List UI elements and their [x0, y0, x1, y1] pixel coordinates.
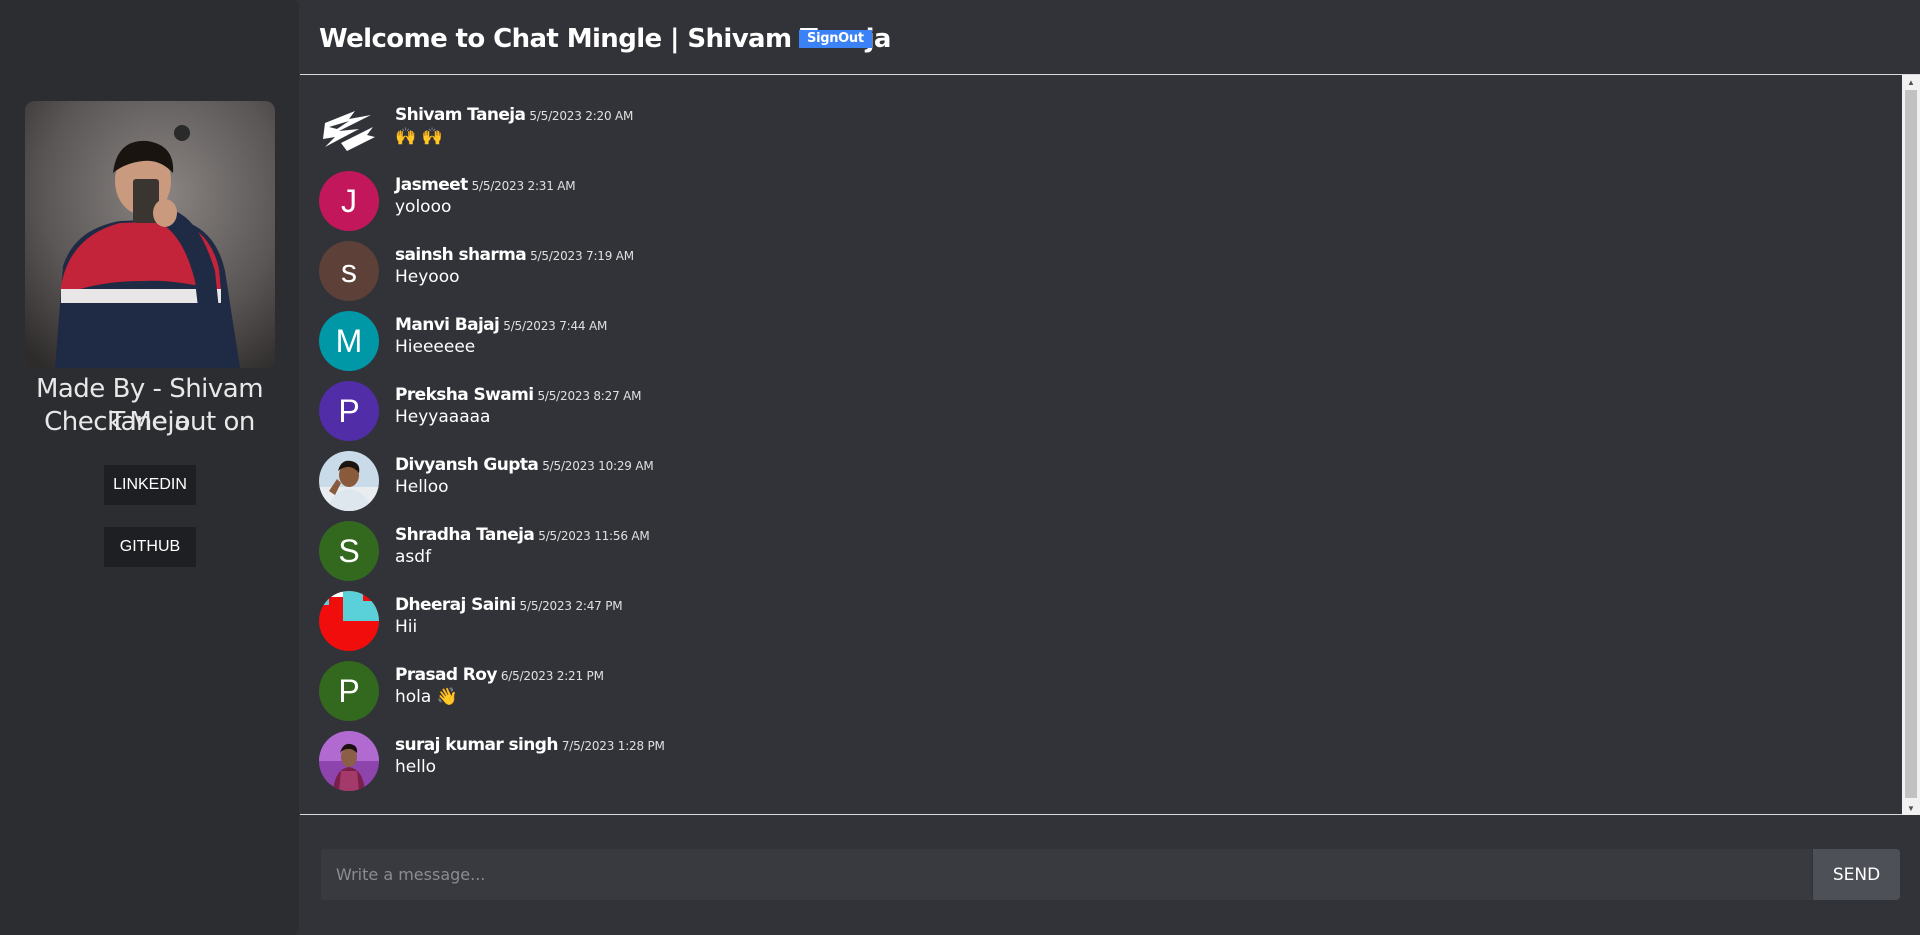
github-button[interactable]: GITHUB [104, 527, 196, 567]
message-item: P Prasad Roy 6/5/2023 2:21 PM hola 👋 [319, 661, 1119, 721]
signout-button[interactable]: SignOut [799, 30, 872, 48]
message-timestamp: 5/5/2023 8:27 AM [537, 389, 642, 403]
message-timestamp: 7/5/2023 1:28 PM [561, 739, 665, 753]
scrollbar-thumb[interactable] [1905, 90, 1917, 798]
message-header: Manvi Bajaj 5/5/2023 7:44 AM [395, 315, 607, 336]
message-text: hola 👋 [395, 687, 458, 707]
message-text: Helloo [395, 477, 449, 497]
linkedin-button[interactable]: LINKEDIN [104, 465, 196, 505]
message-header: Shivam Taneja 5/5/2023 2:20 AM [395, 105, 633, 126]
message-item: Dheeraj Saini 5/5/2023 2:47 PM Hii [319, 591, 1119, 651]
message-timestamp: 5/5/2023 7:19 AM [530, 249, 634, 263]
message-header: sainsh sharma 5/5/2023 7:19 AM [395, 245, 634, 266]
pattern-avatar-icon [319, 591, 379, 651]
message-author: Preksha Swami [395, 385, 534, 405]
message-text: hello [395, 757, 437, 777]
message-timestamp: 5/5/2023 10:29 AM [542, 459, 654, 473]
message-timestamp: 5/5/2023 11:56 AM [538, 529, 650, 543]
message-timestamp: 5/5/2023 7:44 AM [503, 319, 608, 333]
message-header: suraj kumar singh 7/5/2023 1:28 PM [395, 735, 665, 756]
message-item: P Preksha Swami 5/5/2023 8:27 AM Heyyaaaa… [319, 381, 1119, 441]
message-text: Hii [395, 617, 418, 637]
message-item: Divyansh Gupta 5/5/2023 10:29 AM Helloo [319, 451, 1119, 511]
message-item: s sainsh sharma 5/5/2023 7:19 AM Heyooo [319, 241, 1119, 301]
message-text: 🙌 🙌 [395, 127, 443, 147]
divider [300, 814, 1902, 815]
user-photo-icon [319, 451, 379, 511]
check-me-text: Check Me out on [44, 407, 255, 437]
scroll-up-arrow-icon[interactable]: ▲ [1902, 75, 1920, 89]
message-list-scrollbar[interactable]: ▲ ▼ [1902, 75, 1920, 815]
avatar: P [319, 381, 379, 441]
message-text: Hieeeeee [395, 337, 476, 357]
sidebar: Made By - Shivam Taneja Check Me out on … [0, 0, 299, 935]
avatar [319, 451, 379, 511]
message-author: Divyansh Gupta [395, 455, 539, 475]
message-author: Shivam Taneja [395, 105, 526, 125]
avatar: M [319, 311, 379, 371]
message-header: Dheeraj Saini 5/5/2023 2:47 PM [395, 595, 623, 616]
message-author: Manvi Bajaj [395, 315, 500, 335]
message-text: Heyooo [395, 267, 460, 287]
avatar: s [319, 241, 379, 301]
send-button[interactable]: SEND [1813, 849, 1900, 900]
message-list: Shivam Taneja 5/5/2023 2:20 AM 🙌 🙌 J Jasm… [300, 75, 1902, 815]
message-timestamp: 6/5/2023 2:21 PM [500, 669, 604, 683]
message-input[interactable] [321, 849, 1812, 900]
message-header: Divyansh Gupta 5/5/2023 10:29 AM [395, 455, 654, 476]
message-author: Shradha Taneja [395, 525, 535, 545]
message-timestamp: 5/5/2023 2:20 AM [529, 109, 634, 123]
message-author: Dheeraj Saini [395, 595, 516, 615]
avatar [319, 101, 379, 161]
message-item: M Manvi Bajaj 5/5/2023 7:44 AM Hieeeeee [319, 311, 1119, 371]
message-author: sainsh sharma [395, 245, 527, 265]
message-author: Prasad Roy [395, 665, 497, 685]
avatar [319, 731, 379, 791]
message-text: yolooo [395, 197, 452, 217]
message-item: suraj kumar singh 7/5/2023 1:28 PM hello [319, 731, 1119, 791]
chat-header: Welcome to Chat Mingle | Shivam Taneja S… [300, 0, 1920, 75]
message-header: Shradha Taneja 5/5/2023 11:56 AM [395, 525, 650, 546]
message-author: Jasmeet [395, 175, 468, 195]
message-text: asdf [395, 547, 432, 567]
message-timestamp: 5/5/2023 2:31 AM [471, 179, 576, 193]
message-timestamp: 5/5/2023 2:47 PM [519, 599, 623, 613]
avatar: P [319, 661, 379, 721]
avatar: J [319, 171, 379, 231]
message-item: Shivam Taneja 5/5/2023 2:20 AM 🙌 🙌 [319, 101, 1119, 161]
profile-photo [25, 101, 275, 368]
message-header: Prasad Roy 6/5/2023 2:21 PM [395, 665, 604, 686]
message-author: suraj kumar singh [395, 735, 558, 755]
scroll-down-arrow-icon[interactable]: ▼ [1902, 801, 1920, 815]
message-header: Jasmeet 5/5/2023 2:31 AM [395, 175, 576, 196]
message-item: S Shradha Taneja 5/5/2023 11:56 AM asdf [319, 521, 1119, 581]
logo-icon [319, 101, 379, 161]
message-item: J Jasmeet 5/5/2023 2:31 AM yolooo [319, 171, 1119, 231]
message-text: Heyyaaaaa [395, 407, 491, 427]
avatar: S [319, 521, 379, 581]
avatar [319, 591, 379, 651]
user-photo-icon [319, 731, 379, 791]
profile-photo-image [25, 101, 275, 368]
message-header: Preksha Swami 5/5/2023 8:27 AM [395, 385, 641, 406]
